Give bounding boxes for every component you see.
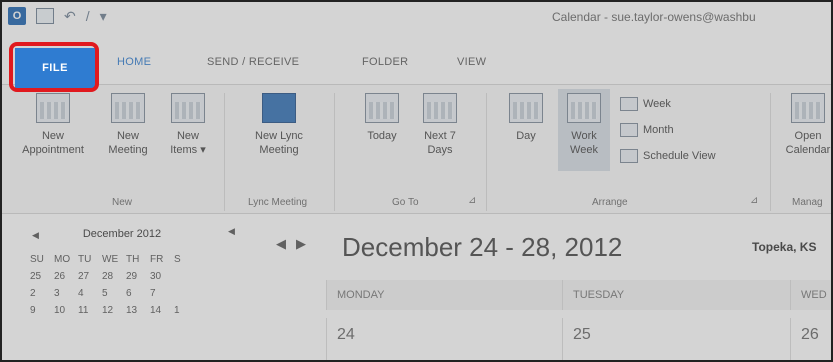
file-tab-highlight (9, 42, 99, 92)
day-cell-24[interactable]: 24 (326, 318, 562, 360)
outlook-window: O ↶ / ▾ Calendar - sue.taylor-owens@wash… (0, 0, 833, 362)
outlook-logo-icon: O (8, 7, 26, 25)
open-calendar-icon (791, 93, 825, 123)
ribbon-tabs: HOME SEND / RECEIVE FOLDER VIEW (2, 42, 831, 78)
mini-calendar-day[interactable]: 28 (102, 271, 126, 282)
quick-access-toolbar: O ↶ / ▾ (8, 7, 107, 25)
mini-calendar-month: December 2012 (82, 228, 162, 240)
mini-calendar-day[interactable]: 7 (150, 288, 174, 299)
new-items-icon (171, 93, 205, 123)
weather-location[interactable]: Topeka, KS (752, 240, 816, 254)
group-label-new: New (112, 197, 133, 208)
week-icon (620, 97, 638, 111)
lync-icon (262, 93, 296, 123)
weekday-label: WE (102, 254, 119, 265)
arrange-launcher-icon[interactable]: ⊿ (750, 195, 758, 206)
day-header-wednesday: WED (790, 280, 831, 310)
mini-calendar-day[interactable]: 1 (174, 305, 198, 316)
week-view-button[interactable]: Week (620, 97, 671, 111)
previous-range-icon[interactable]: ◀ (276, 236, 286, 252)
mini-calendar-day[interactable]: 10 (54, 305, 78, 316)
weekday-label: TU (78, 254, 92, 265)
tab-folder[interactable]: FOLDER (362, 56, 408, 68)
qat-dropdown-icon[interactable]: ▾ (100, 9, 107, 23)
new-meeting-button[interactable]: New Meeting (102, 93, 154, 157)
group-label-goto: Go To (392, 197, 419, 208)
mini-calendar-grid: SU MO TU WE TH FR S 25 26 27 28 29 30 2 3 4 5 6 7 9 10 11 12 13… (30, 254, 198, 316)
mini-calendar-day[interactable]: 6 (126, 288, 150, 299)
next-7-days-button[interactable]: Next 7 Days (414, 93, 466, 157)
redo-icon[interactable]: / (86, 9, 90, 23)
new-items-button[interactable]: New Items ▾ (160, 93, 216, 157)
month-icon (620, 123, 638, 137)
day-header-monday: MONDAY (326, 280, 562, 310)
mini-calendar-day[interactable]: 12 (102, 305, 126, 316)
schedule-icon (620, 149, 638, 163)
open-calendar-button[interactable]: Open Calendar (777, 93, 831, 157)
calendar-icon (36, 93, 70, 123)
weekday-label: S (174, 254, 181, 265)
next-month-icon[interactable]: ◀ (228, 226, 235, 237)
tab-home[interactable]: HOME (117, 56, 151, 68)
schedule-view-button[interactable]: Schedule View (620, 149, 716, 163)
weekday-label: FR (150, 254, 164, 265)
day-view-button[interactable]: Day (500, 93, 552, 143)
today-button[interactable]: Today (354, 93, 410, 143)
work-week-button[interactable]: Work Week (558, 89, 610, 171)
goto-launcher-icon[interactable]: ⊿ (468, 195, 476, 206)
month-view-button[interactable]: Month (620, 123, 674, 137)
window-title: Calendar - sue.taylor-owens@washbu (552, 10, 756, 24)
tab-view[interactable]: VIEW (457, 56, 486, 68)
mini-calendar-day[interactable]: 29 (126, 271, 150, 282)
group-label-lync: Lync Meeting (248, 197, 308, 208)
mini-calendar-day[interactable]: 30 (150, 271, 174, 282)
mini-calendar-day[interactable]: 3 (54, 288, 78, 299)
meeting-icon (111, 93, 145, 123)
new-appointment-button[interactable]: New Appointment (10, 93, 96, 157)
weekday-label: TH (126, 254, 140, 265)
mini-calendar-day[interactable]: 2 (30, 288, 54, 299)
mini-calendar-day[interactable] (174, 271, 198, 282)
group-label-manage: Manag (792, 197, 823, 208)
mini-calendar-day[interactable]: 5 (102, 288, 126, 299)
mini-calendar-day[interactable]: 25 (30, 271, 54, 282)
group-label-arrange: Arrange (592, 197, 628, 208)
next-range-icon[interactable]: ▶ (296, 236, 306, 252)
day-cell-25[interactable]: 25 (562, 318, 790, 360)
weekday-label: MO (54, 254, 71, 265)
weekday-label: SU (30, 254, 44, 265)
day-cell-26[interactable]: 26 (790, 318, 831, 360)
mini-calendar-day[interactable]: 11 (78, 305, 102, 316)
tab-send-receive[interactable]: SEND / RECEIVE (207, 56, 299, 68)
mini-calendar-day[interactable]: 13 (126, 305, 150, 316)
calendar-view: ◀ ▶ December 24 - 28, 2012 Topeka, KS MO… (244, 218, 831, 360)
today-icon (365, 93, 399, 123)
mini-calendar-day[interactable]: 27 (78, 271, 102, 282)
date-range-title: December 24 - 28, 2012 (342, 232, 623, 262)
work-week-icon (567, 93, 601, 123)
next-7-days-icon (423, 93, 457, 123)
date-navigator: ◀ December 2012 ◀ SU MO TU WE TH FR S 25 26 27 28 2… (2, 218, 242, 360)
day-header-tuesday: TUESDAY (562, 280, 790, 310)
mini-calendar-day[interactable]: 9 (30, 305, 54, 316)
send-receive-icon[interactable] (36, 8, 54, 24)
mini-calendar-day[interactable]: 26 (54, 271, 78, 282)
mini-calendar-day[interactable]: 14 (150, 305, 174, 316)
ribbon: New Appointment New Meeting New Items ▾ … (2, 84, 831, 214)
day-icon (509, 93, 543, 123)
mini-calendar-day[interactable]: 4 (78, 288, 102, 299)
title-bar: O ↶ / ▾ Calendar - sue.taylor-owens@wash… (2, 2, 831, 32)
new-lync-meeting-button[interactable]: New Lync Meeting (234, 93, 324, 157)
mini-calendar-day[interactable] (174, 288, 198, 299)
undo-icon[interactable]: ↶ (64, 9, 76, 23)
